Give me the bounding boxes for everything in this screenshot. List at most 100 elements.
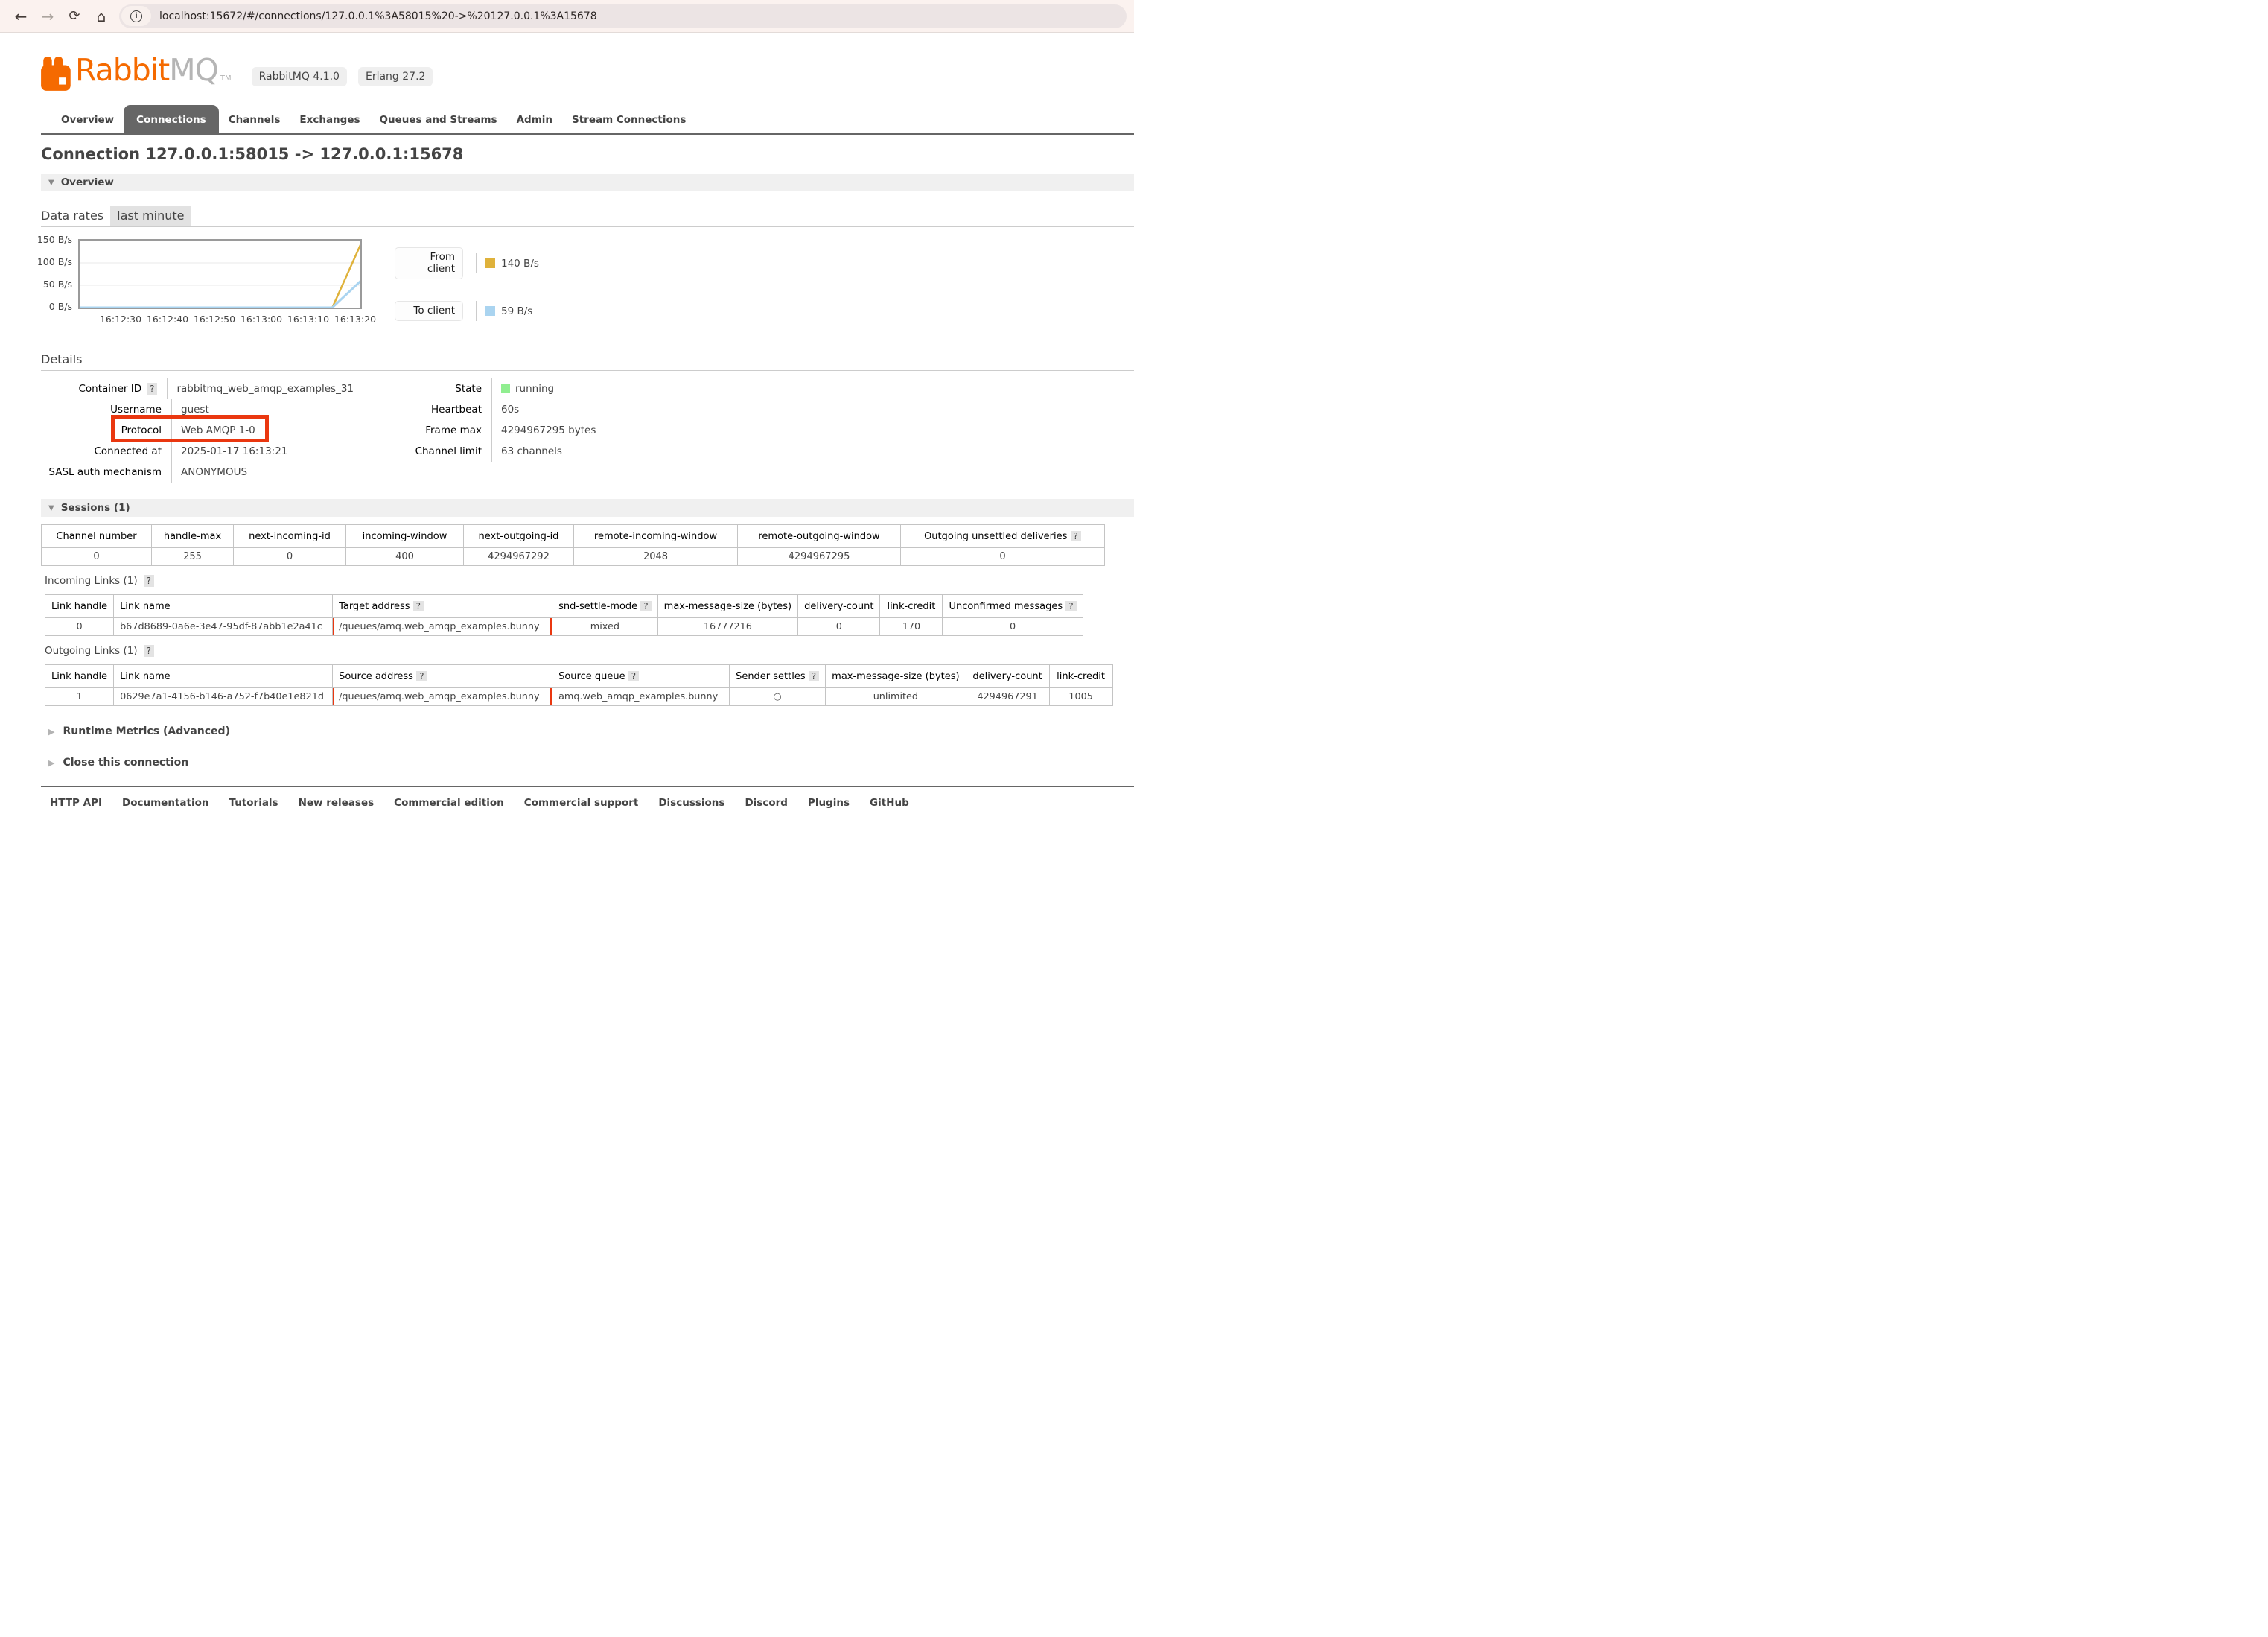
detail-row-channel-limit: Channel limit 63 channels	[354, 441, 596, 462]
rabbitmq-version-badge: RabbitMQ 4.1.0	[252, 67, 347, 86]
data-rates-heading: Data rates last minute	[41, 206, 1134, 227]
y-tick-100: 100 B/s	[28, 256, 72, 267]
state-indicator-icon	[501, 384, 510, 393]
x-tick-5: 16:13:20	[334, 314, 376, 325]
section-title-sessions: Sessions (1)	[61, 502, 130, 514]
rate-window-selector[interactable]: last minute	[110, 206, 191, 226]
x-tick-4: 16:13:10	[287, 314, 329, 325]
brand-wordmark: RabbitMQTM	[75, 51, 232, 98]
app-header: RabbitMQTM RabbitMQ 4.1.0 Erlang 27.2	[41, 51, 1134, 92]
x-tick-1: 16:12:40	[147, 314, 188, 325]
outgoing-links-title: Outgoing Links (1)?	[45, 645, 1134, 657]
site-info-chip[interactable]: i	[121, 6, 151, 26]
section-header-close-connection[interactable]: ▶ Close this connection	[48, 757, 1134, 769]
sessions-header-row: Channel number handle-max next-incoming-…	[42, 525, 1105, 548]
from-client-swatch-icon	[485, 258, 495, 268]
tab-queues-and-streams[interactable]: Queues and Streams	[370, 107, 507, 133]
legend-button-from-client[interactable]: From client	[395, 247, 463, 279]
help-icon[interactable]: ?	[628, 671, 639, 681]
incoming-links-header-row: Link handle Link name Target address ? s…	[45, 595, 1083, 618]
url-text: localhost:15672/#/connections/127.0.0.1%…	[159, 10, 597, 22]
detail-row-frame-max: Frame max 4294967295 bytes	[354, 420, 596, 441]
legend-button-to-client[interactable]: To client	[395, 301, 463, 321]
site-info-icon: i	[130, 10, 142, 22]
chart-plot-area: 150 B/s 100 B/s 50 B/s 0 B/s 16:12:30 16…	[78, 239, 362, 328]
tab-channels[interactable]: Channels	[219, 107, 290, 133]
incoming-links-title: Incoming Links (1)?	[45, 575, 1134, 587]
version-badges: RabbitMQ 4.1.0 Erlang 27.2	[252, 67, 433, 86]
data-rates-chart: 150 B/s 100 B/s 50 B/s 0 B/s 16:12:30 16…	[41, 239, 1134, 328]
tab-overview[interactable]: Overview	[51, 107, 124, 133]
footer-link-documentation[interactable]: Documentation	[122, 797, 208, 809]
footer-link-github[interactable]: GitHub	[870, 797, 909, 809]
footer-link-commercial-support[interactable]: Commercial support	[524, 797, 639, 809]
footer-link-discussions[interactable]: Discussions	[658, 797, 724, 809]
address-bar[interactable]: i localhost:15672/#/connections/127.0.0.…	[119, 4, 1127, 28]
x-tick-3: 16:13:00	[241, 314, 282, 325]
footer-link-plugins[interactable]: Plugins	[808, 797, 850, 809]
reload-icon[interactable]: ⟳	[61, 3, 88, 30]
details-heading: Details	[41, 352, 1134, 371]
detail-row-username: Username guest	[41, 399, 354, 420]
footer-divider	[41, 786, 1134, 787]
expand-triangle-icon: ▼	[48, 179, 54, 187]
help-icon[interactable]: ?	[809, 671, 819, 681]
section-title-overview: Overview	[61, 177, 114, 188]
tab-exchanges[interactable]: Exchanges	[290, 107, 369, 133]
footer-link-new-releases[interactable]: New releases	[299, 797, 375, 809]
help-icon[interactable]: ?	[1065, 601, 1076, 611]
help-icon[interactable]: ?	[640, 601, 651, 611]
help-icon[interactable]: ?	[144, 575, 154, 587]
detail-row-protocol: Protocol Web AMQP 1-0	[41, 420, 354, 441]
y-tick-0: 0 B/s	[28, 301, 72, 312]
collapse-triangle-icon: ▶	[48, 727, 54, 737]
footer-link-discord[interactable]: Discord	[745, 797, 787, 809]
back-icon[interactable]: ←	[7, 3, 34, 30]
home-icon[interactable]: ⌂	[88, 3, 115, 30]
help-icon[interactable]: ?	[413, 601, 424, 611]
incoming-links-table: Link handle Link name Target address ? s…	[45, 594, 1083, 636]
details-grid: Container ID? rabbitmq_web_amqp_examples…	[41, 378, 1134, 483]
rabbit-logo-icon	[41, 57, 74, 92]
detail-row-sasl: SASL auth mechanism ANONYMOUS	[41, 462, 354, 483]
main-nav-tabs: Overview Connections Channels Exchanges …	[41, 105, 1134, 135]
rabbitmq-logo[interactable]: RabbitMQTM	[41, 51, 232, 98]
footer-links: HTTP API Documentation Tutorials New rel…	[50, 797, 1134, 809]
forward-icon[interactable]: →	[34, 3, 61, 30]
help-icon[interactable]: ?	[416, 671, 427, 681]
details-label: Details	[41, 352, 82, 370]
page-title: Connection 127.0.0.1:58015 -> 127.0.0.1:…	[41, 145, 1134, 163]
trademark-label: TM	[220, 74, 232, 83]
detail-row-state: State running	[354, 378, 596, 399]
collapse-triangle-icon: ▶	[48, 758, 54, 768]
footer-link-http-api[interactable]: HTTP API	[50, 797, 102, 809]
expand-triangle-icon: ▼	[48, 504, 54, 512]
tab-stream-connections[interactable]: Stream Connections	[562, 107, 695, 133]
details-column-right: State running Heartbeat 60s Frame max 42…	[354, 378, 596, 483]
outgoing-links-data-row: 1 0629e7a1-4156-b146-a752-f7b40e1e821d /…	[45, 688, 1113, 706]
tab-connections[interactable]: Connections	[124, 105, 219, 133]
legend-value-from-client: 140 B/s	[476, 253, 539, 273]
help-icon[interactable]: ?	[147, 383, 157, 395]
detail-row-heartbeat: Heartbeat 60s	[354, 399, 596, 420]
erlang-version-badge: Erlang 27.2	[358, 67, 433, 86]
browser-toolbar: ← → ⟳ ⌂ i localhost:15672/#/connections/…	[0, 0, 1134, 33]
legend-value-to-client: 59 B/s	[476, 301, 539, 321]
section-header-runtime-metrics[interactable]: ▶ Runtime Metrics (Advanced)	[48, 725, 1134, 737]
footer-link-tutorials[interactable]: Tutorials	[229, 797, 278, 809]
section-header-overview[interactable]: ▼ Overview	[41, 174, 1134, 191]
y-tick-150: 150 B/s	[28, 234, 72, 245]
sessions-table: Channel number handle-max next-incoming-…	[41, 524, 1105, 566]
detail-row-container-id: Container ID? rabbitmq_web_amqp_examples…	[41, 378, 354, 399]
x-tick-2: 16:12:50	[194, 314, 235, 325]
help-icon[interactable]: ?	[1071, 531, 1081, 541]
incoming-links-data-row: 0 b67d8689-0a6e-3e47-95df-87abb1e2a41c /…	[45, 618, 1083, 636]
footer-link-commercial-edition[interactable]: Commercial edition	[394, 797, 504, 809]
rate-chart-svg	[80, 241, 360, 308]
details-column-left: Container ID? rabbitmq_web_amqp_examples…	[41, 378, 354, 483]
help-icon[interactable]: ?	[144, 645, 154, 657]
tab-admin[interactable]: Admin	[507, 107, 562, 133]
section-header-sessions[interactable]: ▼ Sessions (1)	[41, 499, 1134, 517]
chart-x-axis: 16:12:30 16:12:40 16:12:50 16:13:00 16:1…	[78, 314, 362, 328]
outgoing-links-table: Link handle Link name Source address ? S…	[45, 664, 1113, 706]
